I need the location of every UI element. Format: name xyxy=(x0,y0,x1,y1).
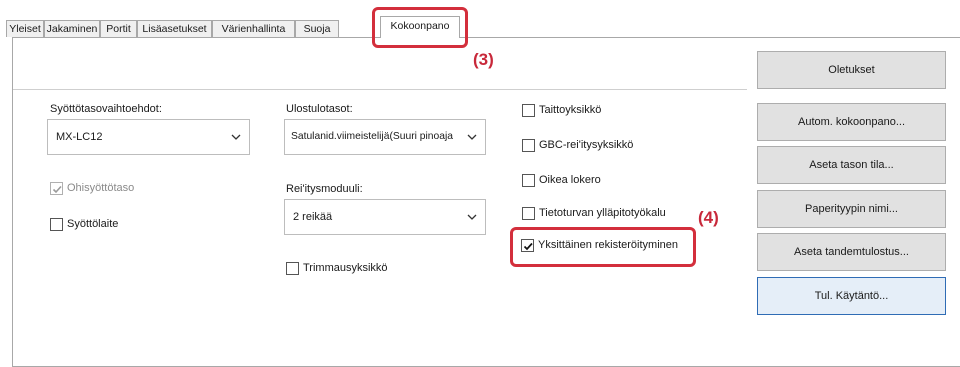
folding-unit-checkbox[interactable] xyxy=(522,104,535,117)
tab-advanced[interactable]: Lisäasetukset xyxy=(137,20,212,37)
folding-unit-label: Taittoyksikkö xyxy=(539,104,602,116)
tab-sharing[interactable]: Jakaminen xyxy=(44,20,100,37)
output-tray-label: Ulostulotasot: xyxy=(286,103,353,115)
panel-divider xyxy=(13,89,747,90)
chevron-down-icon xyxy=(465,120,479,154)
defaults-button[interactable]: Oletukset xyxy=(757,51,946,89)
bypass-tray-checkbox[interactable] xyxy=(50,182,63,195)
right-tray-label: Oikea lokero xyxy=(539,174,601,186)
security-maintenance-tool-checkbox[interactable] xyxy=(522,207,535,220)
annotation-step-3: (3) xyxy=(473,50,494,69)
input-tray-value: MX-LC12 xyxy=(56,131,103,143)
paper-type-name-button[interactable]: Paperityypin nimi... xyxy=(757,190,946,228)
chevron-down-icon xyxy=(465,200,479,234)
tab-highlight-box xyxy=(372,7,468,48)
single-sign-on-checkbox[interactable] xyxy=(521,239,534,252)
tab-security[interactable]: Suoja xyxy=(295,20,339,37)
tab-ports[interactable]: Portit xyxy=(100,20,137,37)
set-tandem-print-button[interactable]: Aseta tandemtulostus... xyxy=(757,233,946,271)
punch-module-value: 2 reikää xyxy=(293,211,333,223)
gbc-punch-unit-label: GBC-rei'itysyksikkö xyxy=(539,139,634,151)
feeder-label: Syöttölaite xyxy=(67,218,119,230)
annotation-step-4: (4) xyxy=(698,208,719,227)
set-tray-status-button[interactable]: Aseta tason tila... xyxy=(757,146,946,184)
security-maintenance-tool-label: Tietoturvan ylläpitotyökalu xyxy=(539,207,666,219)
single-sign-on-label: Yksittäinen rekisteröityminen xyxy=(538,239,679,251)
tab-color-management[interactable]: Värienhallinta xyxy=(212,20,295,37)
feeder-checkbox[interactable] xyxy=(50,218,63,231)
trimming-unit-checkbox[interactable] xyxy=(286,262,299,275)
tab-general[interactable]: Yleiset xyxy=(6,20,44,37)
trimming-unit-label: Trimmausyksikkö xyxy=(303,262,388,274)
input-tray-label: Syöttötasovaihtoehdot: xyxy=(50,103,162,115)
gbc-punch-unit-checkbox[interactable] xyxy=(522,139,535,152)
print-policy-button[interactable]: Tul. Käytäntö... xyxy=(757,277,946,315)
punch-module-select[interactable]: 2 reikää xyxy=(284,199,486,235)
auto-configuration-button[interactable]: Autom. kokoonpano... xyxy=(757,103,946,141)
output-tray-select[interactable]: Satulanid.viimeistelijä(Suuri pinoaja xyxy=(284,119,486,155)
bypass-tray-label: Ohisyöttötaso xyxy=(67,182,135,194)
chevron-down-icon xyxy=(229,120,243,154)
input-tray-select[interactable]: MX-LC12 xyxy=(47,119,250,155)
right-tray-checkbox[interactable] xyxy=(522,174,535,187)
punch-module-label: Rei'itysmoduuli: xyxy=(286,183,363,195)
output-tray-value: Satulanid.viimeistelijä(Suuri pinoaja xyxy=(291,131,453,142)
